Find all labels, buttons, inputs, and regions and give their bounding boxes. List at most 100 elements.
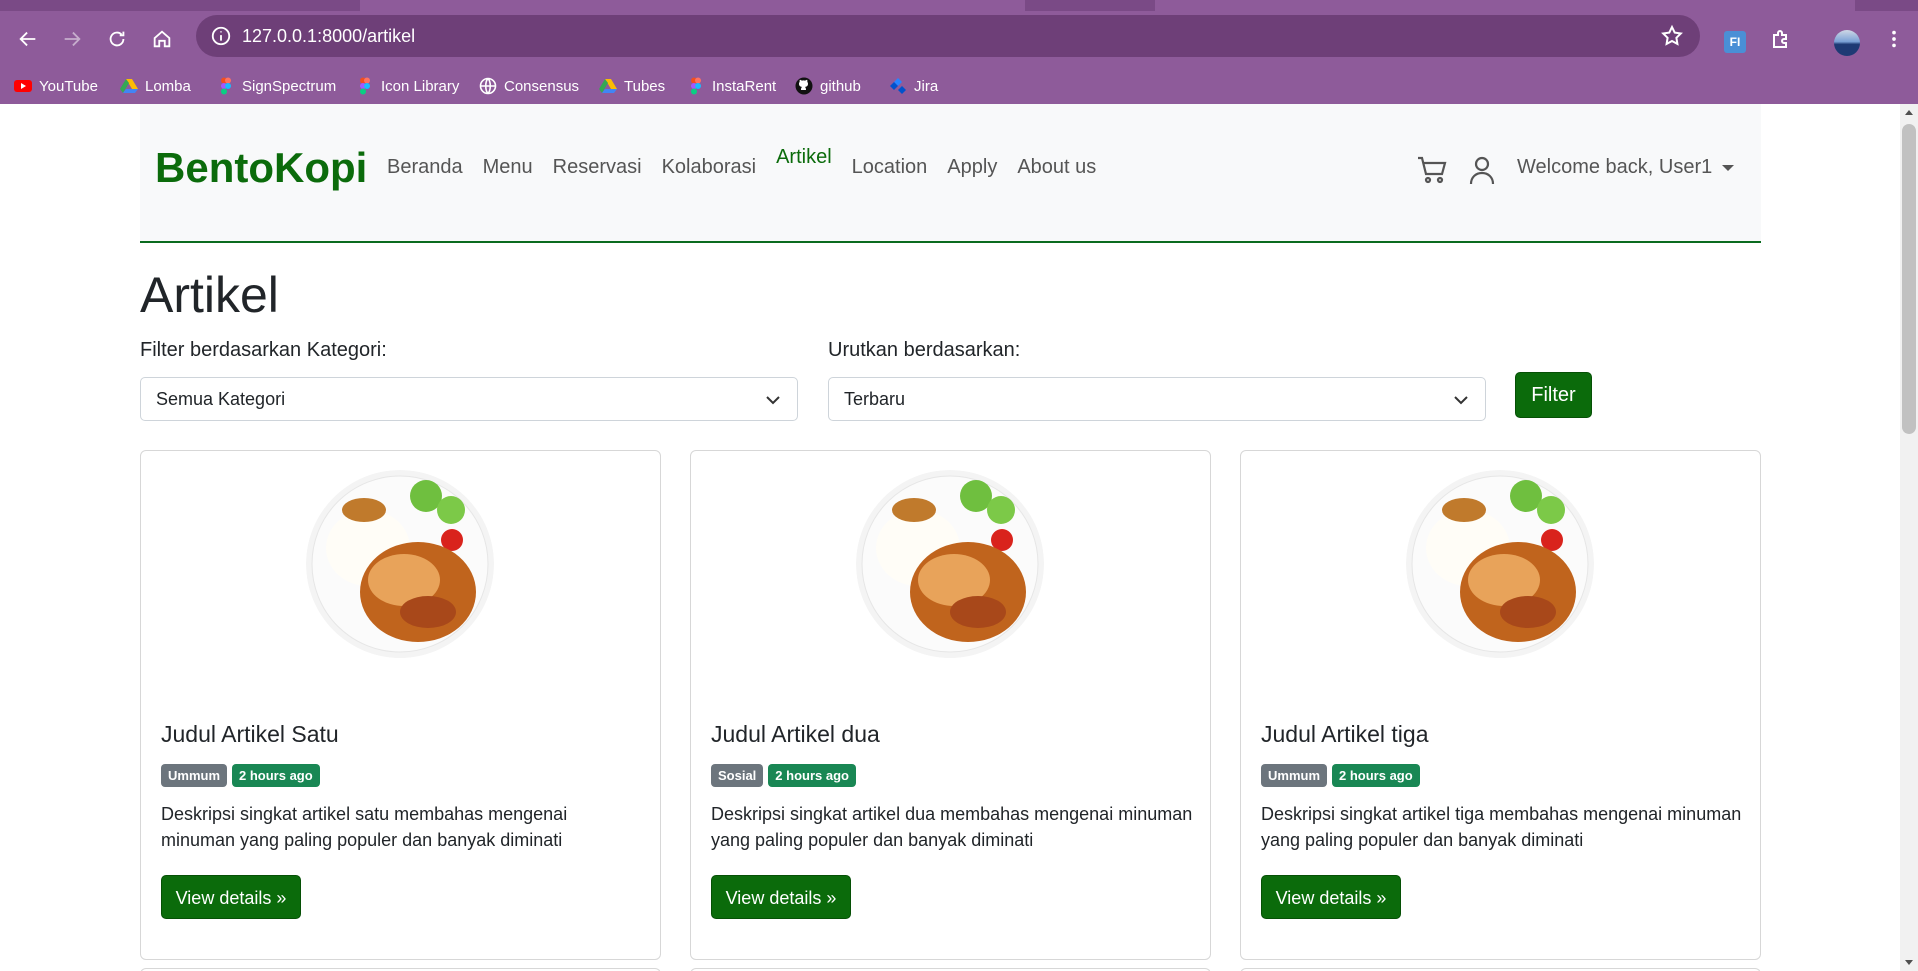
profile-avatar[interactable] (1834, 30, 1860, 56)
view-details-button[interactable]: View details » (711, 875, 851, 919)
forward-icon[interactable] (52, 19, 92, 59)
user-dropdown[interactable]: Welcome back, User1 (1517, 156, 1735, 179)
bookmarks-bar: YouTube Lomba SignSpectrum Icon Library … (0, 67, 1918, 104)
bookmark-signspectrum[interactable]: SignSpectrum (217, 76, 336, 96)
bookmark-lomba[interactable]: Lomba (120, 76, 191, 96)
bookmark-label: Lomba (145, 77, 191, 95)
tab[interactable] (1155, 0, 1855, 11)
view-details-button[interactable]: View details » (161, 875, 301, 919)
view-details-button[interactable]: View details » (1261, 875, 1401, 919)
url-text: 127.0.0.1:8000/artikel (242, 26, 416, 46)
nav-link-beranda[interactable]: Beranda (387, 156, 463, 179)
time-badge: 2 hours ago (1332, 764, 1420, 787)
article-image (306, 470, 494, 658)
bookmark-label: Tubes (624, 77, 666, 95)
nav-link-reservasi[interactable]: Reservasi (553, 156, 642, 179)
reload-icon[interactable] (97, 19, 137, 59)
article-title[interactable]: Judul Artikel dua (711, 721, 880, 748)
github-icon (795, 77, 813, 95)
globe-icon (479, 77, 497, 95)
bookmark-star-icon[interactable] (1660, 24, 1684, 48)
bookmark-icon-library[interactable]: Icon Library (356, 76, 459, 96)
category-select[interactable]: Semua Kategori (140, 377, 798, 421)
chevron-down-icon (1454, 396, 1468, 405)
bookmark-github[interactable]: github (795, 76, 861, 96)
article-description: Deskripsi singkat artikel dua membahas m… (711, 804, 1193, 850)
bookmark-label: github (820, 77, 861, 95)
browser-toolbar: 127.0.0.1:8000/artikel FI (0, 11, 1918, 67)
web-page: BentoKopi Beranda Menu Reservasi Kolabor… (0, 104, 1900, 971)
sort-select[interactable]: Terbaru (828, 377, 1486, 421)
sort-select-value: Terbaru (844, 389, 906, 409)
nav-link-menu[interactable]: Menu (483, 156, 533, 179)
category-badge: Ummum (1261, 764, 1328, 787)
nav-link-artikel[interactable]: Artikel (776, 146, 832, 169)
bookmark-label: SignSpectrum (242, 77, 337, 95)
nav-link-kolaborasi[interactable]: Kolaborasi (662, 156, 757, 179)
jira-icon (889, 77, 907, 95)
scroll-up-arrow-icon[interactable] (1905, 110, 1913, 115)
bookmark-label: InstaRent (712, 77, 777, 95)
home-icon[interactable] (142, 19, 182, 59)
tab-strip (0, 0, 1918, 11)
address-bar[interactable]: 127.0.0.1:8000/artikel (196, 15, 1700, 57)
bookmark-consensus[interactable]: Consensus (479, 76, 579, 96)
article-title[interactable]: Judul Artikel Satu (161, 721, 339, 748)
page-title: Artikel (140, 267, 279, 323)
nav-link-apply[interactable]: Apply (947, 156, 997, 179)
bookmark-label: Jira (914, 77, 939, 95)
extension-fi-icon[interactable]: FI (1724, 31, 1746, 53)
tab[interactable] (360, 0, 1025, 11)
google-drive-icon (120, 77, 138, 95)
figma-icon (687, 77, 705, 95)
article-badges: Ummum 2 hours ago (161, 764, 325, 787)
article-description: Deskripsi singkat artikel tiga membahas … (1261, 804, 1742, 850)
article-card: Judul Artikel dua Sosial 2 hours ago Des… (690, 450, 1211, 960)
browser-menu-icon[interactable] (1876, 21, 1912, 57)
article-image (1406, 470, 1594, 658)
bookmark-label: Icon Library (381, 77, 460, 95)
back-icon[interactable] (8, 19, 48, 59)
category-select-value: Semua Kategori (156, 389, 286, 409)
category-badge: Ummum (161, 764, 228, 787)
brand-logo[interactable]: BentoKopi (155, 144, 367, 192)
category-filter-label: Filter berdasarkan Kategori: (140, 339, 387, 361)
figma-icon (217, 77, 235, 95)
cart-icon[interactable] (1416, 154, 1448, 186)
time-badge: 2 hours ago (768, 764, 856, 787)
scrollbar-thumb[interactable] (1902, 124, 1916, 434)
youtube-icon (14, 77, 32, 95)
figma-icon (356, 77, 374, 95)
article-image (856, 470, 1044, 658)
page-scrollbar[interactable] (1900, 104, 1918, 971)
article-description: Deskripsi singkat artikel satu membahas … (161, 804, 568, 850)
bookmark-label: Consensus (504, 77, 580, 95)
bookmark-tubes[interactable]: Tubes (599, 76, 665, 96)
chevron-down-icon (1722, 164, 1735, 171)
nav-link-about-us[interactable]: About us (1017, 156, 1096, 179)
browser-chrome: 127.0.0.1:8000/artikel FI YouTube Lomba … (0, 0, 1918, 104)
article-card: Judul Artikel tiga Ummum 2 hours ago Des… (1240, 450, 1761, 960)
nav-links: Beranda Menu Reservasi Kolaborasi Artike… (387, 146, 1116, 179)
sort-label: Urutkan berdasarkan: (828, 339, 1021, 361)
google-drive-icon (599, 77, 617, 95)
article-badges: Sosial 2 hours ago (711, 764, 861, 787)
welcome-text: Welcome back, User1 (1517, 156, 1713, 178)
site-info-icon[interactable] (210, 25, 232, 47)
bookmark-youtube[interactable]: YouTube (14, 76, 98, 96)
site-navbar: BentoKopi Beranda Menu Reservasi Kolabor… (140, 104, 1761, 243)
time-badge: 2 hours ago (232, 764, 320, 787)
extensions-puzzle-icon[interactable] (1763, 21, 1799, 57)
article-badges: Ummum 2 hours ago (1261, 764, 1425, 787)
article-card: Judul Artikel Satu Ummum 2 hours ago Des… (140, 450, 661, 960)
filter-button[interactable]: Filter (1515, 372, 1592, 418)
user-icon[interactable] (1468, 154, 1496, 186)
nav-link-location[interactable]: Location (852, 156, 928, 179)
scroll-down-arrow-icon[interactable] (1905, 960, 1913, 965)
article-title[interactable]: Judul Artikel tiga (1261, 721, 1428, 748)
bookmark-jira[interactable]: Jira (889, 76, 938, 96)
bookmark-label: YouTube (39, 77, 98, 95)
chevron-down-icon (766, 396, 780, 405)
category-badge: Sosial (711, 764, 764, 787)
bookmark-instarent[interactable]: InstaRent (687, 76, 776, 96)
